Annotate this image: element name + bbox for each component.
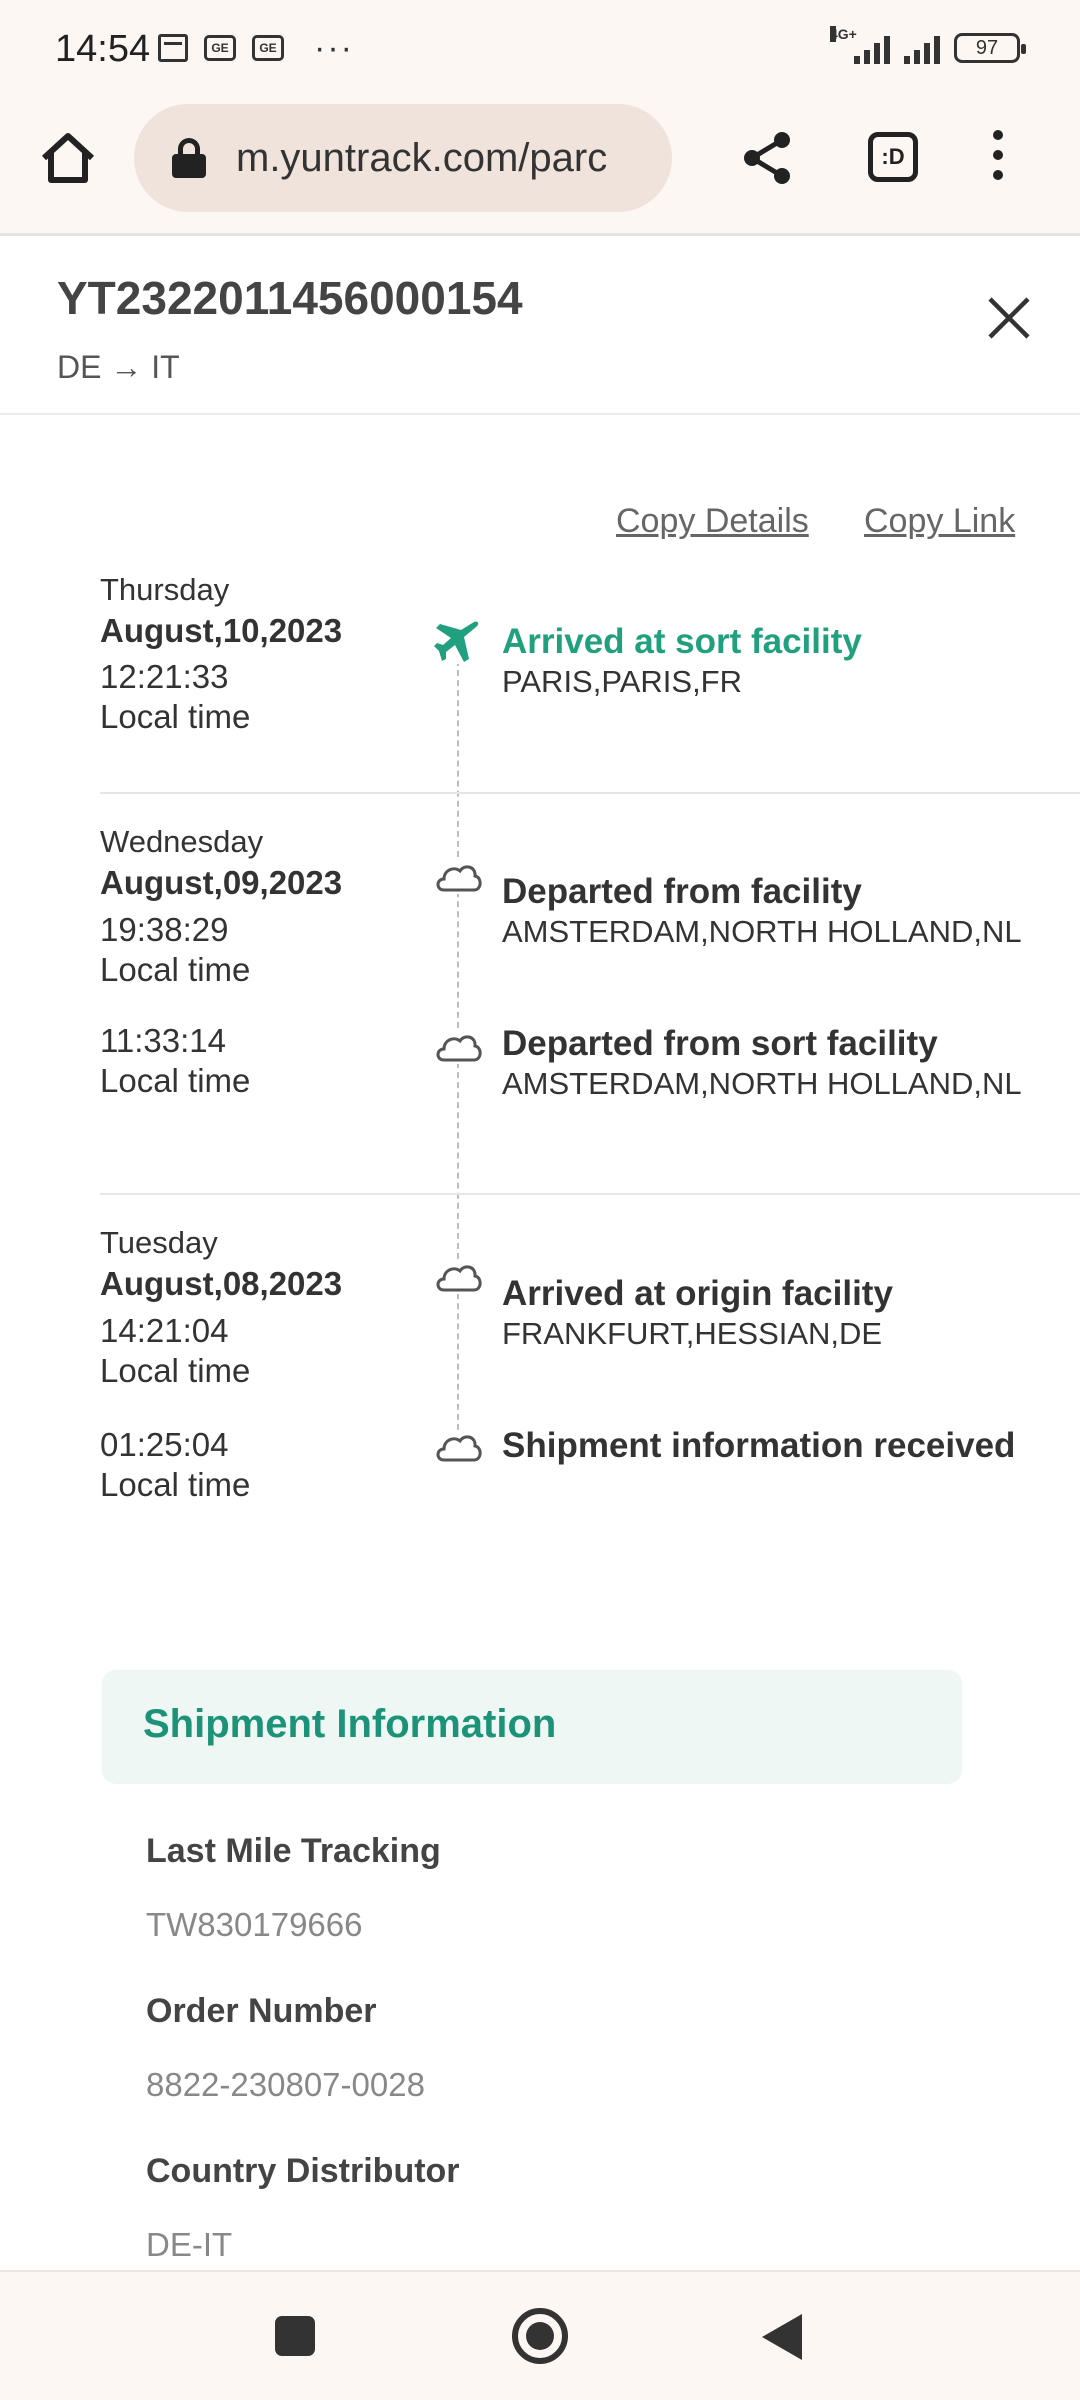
more-notifications-icon: ··· (314, 29, 354, 67)
recents-button[interactable] (275, 2316, 315, 2356)
local-time-label: Local time (100, 1062, 251, 1099)
plane-icon (434, 618, 480, 664)
notification-icons: GE GE ··· (158, 29, 354, 67)
event-location: FRANKFURT,HESSIAN,DE (502, 1316, 883, 1351)
event-time: 12:21:33 (100, 658, 229, 695)
last-mile-tracking-value: TW830179666 (146, 1906, 363, 1943)
day-date: August,09,2023 (100, 864, 343, 901)
copy-link-link[interactable]: Copy Link (864, 502, 1015, 541)
url-text[interactable]: m.yuntrack.com/parc (236, 136, 607, 181)
event-time: 01:25:04 (100, 1426, 229, 1463)
share-icon[interactable] (740, 130, 796, 186)
event-title: Departed from facility (502, 872, 862, 911)
copy-details-link[interactable]: Copy Details (616, 502, 809, 541)
tracking-header: YT2322011456000154 DE → IT (0, 239, 1080, 415)
home-icon[interactable] (38, 128, 98, 188)
event-location: PARIS,PARIS,FR (502, 664, 743, 699)
day-weekday: Wednesday (100, 824, 264, 859)
cloud-icon (434, 860, 482, 894)
event-title: Shipment information received (502, 1426, 1016, 1465)
home-button[interactable] (512, 2308, 568, 2364)
day-date: August,10,2023 (100, 612, 343, 649)
day-weekday: Tuesday (100, 1225, 218, 1260)
order-number-label: Order Number (146, 1992, 377, 2030)
day-weekday: Thursday (100, 572, 230, 607)
local-time-label: Local time (100, 1352, 251, 1389)
cloud-icon (434, 1030, 482, 1064)
order-number-value: 8822-230807-0028 (146, 2066, 425, 2103)
calendar-icon (158, 34, 188, 62)
address-bar[interactable]: m.yuntrack.com/parc (134, 104, 672, 212)
route: DE → IT (57, 349, 180, 385)
event-time: 19:38:29 (100, 911, 229, 948)
cloud-icon (434, 1260, 482, 1294)
status-right: 4G+ 97 (830, 26, 1026, 64)
system-nav-bar (0, 2270, 1080, 2400)
shipment-info-header: Shipment Information (102, 1670, 962, 1784)
ge-icon: GE (204, 35, 236, 61)
network-type: 4G+ (830, 26, 857, 42)
last-mile-tracking-label: Last Mile Tracking (146, 1832, 441, 1870)
event-title: Arrived at sort facility (502, 622, 862, 661)
event-location: AMSTERDAM,NORTH HOLLAND,NL (502, 1066, 1022, 1101)
status-bar: 14:54 GE GE ··· 4G+ 97 (0, 0, 1080, 100)
event-title: Departed from sort facility (502, 1024, 938, 1063)
lock-icon[interactable] (172, 138, 206, 178)
local-time-label: Local time (100, 698, 251, 735)
day-divider (100, 1193, 1080, 1195)
tracking-number: YT2322011456000154 (57, 272, 523, 324)
event-time: 11:33:14 (100, 1022, 227, 1059)
day-date: August,08,2023 (100, 1265, 343, 1302)
local-time-label: Local time (100, 1466, 251, 1503)
event-time: 14:21:04 (100, 1312, 229, 1349)
cloud-icon (434, 1430, 482, 1464)
signal-icon (904, 32, 940, 64)
event-location: AMSTERDAM,NORTH HOLLAND,NL (502, 914, 1022, 949)
event-title: Arrived at origin facility (502, 1274, 893, 1313)
browser-toolbar: m.yuntrack.com/parc :D (0, 100, 1080, 236)
overflow-menu-icon[interactable] (990, 130, 1006, 190)
status-time: 14:54 (55, 28, 151, 70)
close-icon[interactable] (986, 295, 1032, 341)
shipment-info-title: Shipment Information (143, 1702, 557, 1746)
signal-icon: 4G+ (830, 26, 890, 64)
battery-icon: 97 (954, 33, 1026, 63)
back-button[interactable] (762, 2314, 802, 2360)
country-distributor-value: DE-IT (146, 2226, 233, 2263)
country-distributor-label: Country Distributor (146, 2152, 460, 2190)
local-time-label: Local time (100, 951, 251, 988)
day-divider (100, 792, 1080, 794)
ge-icon: GE (252, 35, 284, 61)
tab-switcher-button[interactable]: :D (868, 132, 918, 182)
